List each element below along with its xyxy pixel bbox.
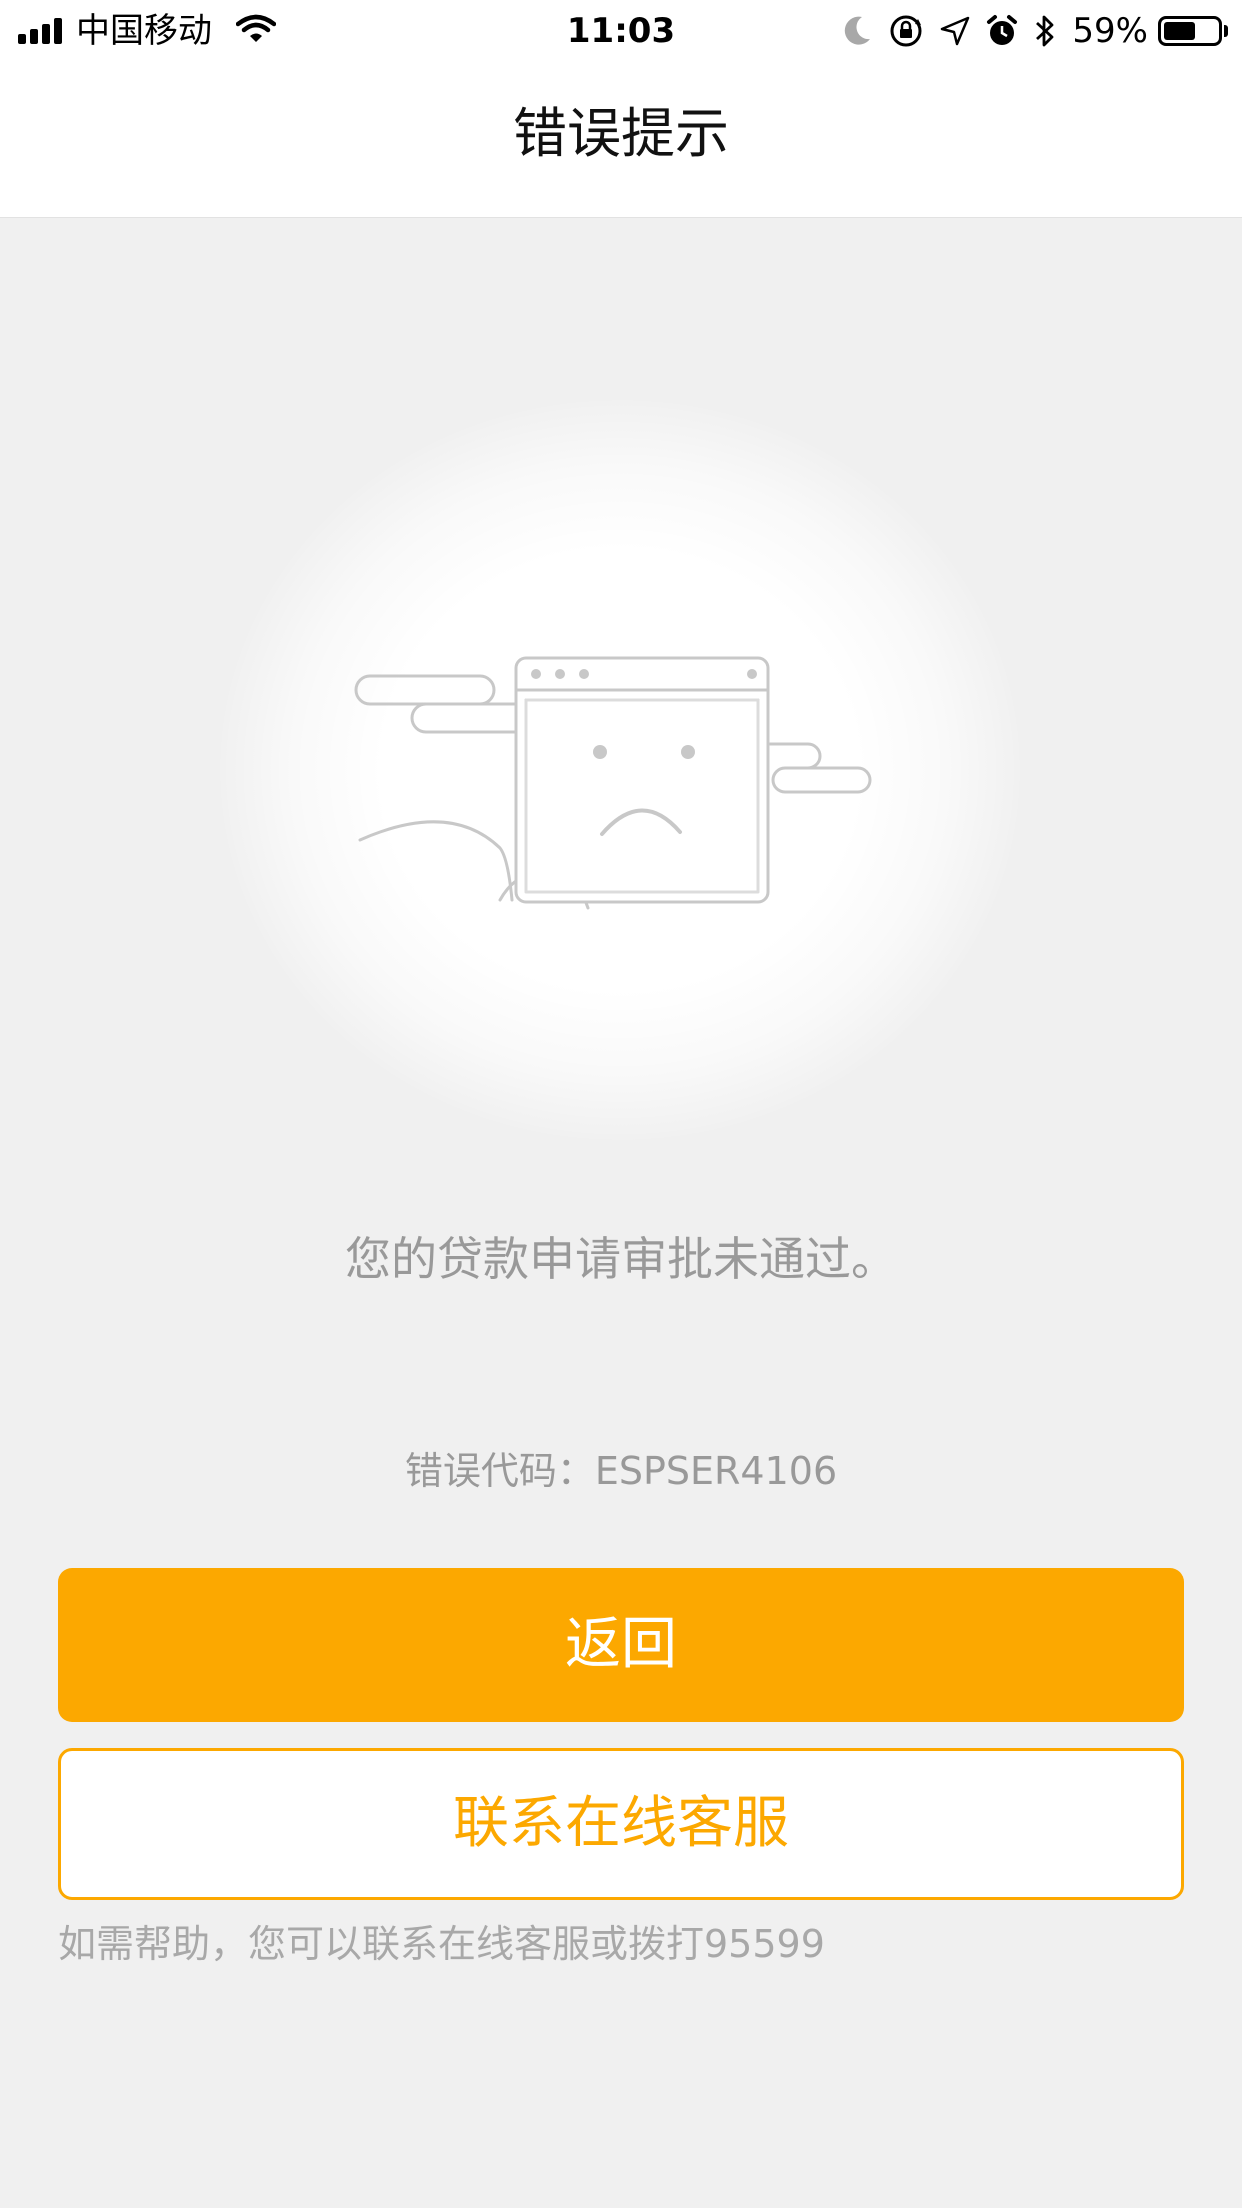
contact-support-button[interactable]: 联系在线客服 [58,1748,1184,1900]
error-code: 错误代码：ESPSER4106 [404,1449,838,1493]
alarm-icon [986,14,1018,48]
cloud-streak-right [768,742,872,794]
location-icon [940,16,970,46]
hill-left [358,820,514,902]
error-message: 您的贷款申请审批未通过。 [345,1232,897,1286]
browser-window [514,656,770,904]
status-right: 59% [826,8,1228,54]
back-button[interactable]: 返回 [58,1568,1184,1722]
battery-cap [1224,25,1228,37]
bluetooth-icon [1034,13,1056,49]
moon-icon [842,15,872,47]
battery-icon [1158,16,1222,46]
cloud-streak-left [354,674,412,706]
help-text: 如需帮助，您可以联系在线客服或拨打95599 [58,1922,825,1966]
cloud-streak-top [368,674,496,706]
nav-bar: 错误提示 [0,62,1242,218]
battery-fill [1164,22,1195,40]
sad-browser-illustration [354,656,872,910]
rotation-lock-icon [888,13,924,49]
status-bar: 中国移动 11:03 59% [0,0,1242,62]
battery-percent: 59% [1072,11,1148,51]
page-title: 错误提示 [513,102,729,165]
